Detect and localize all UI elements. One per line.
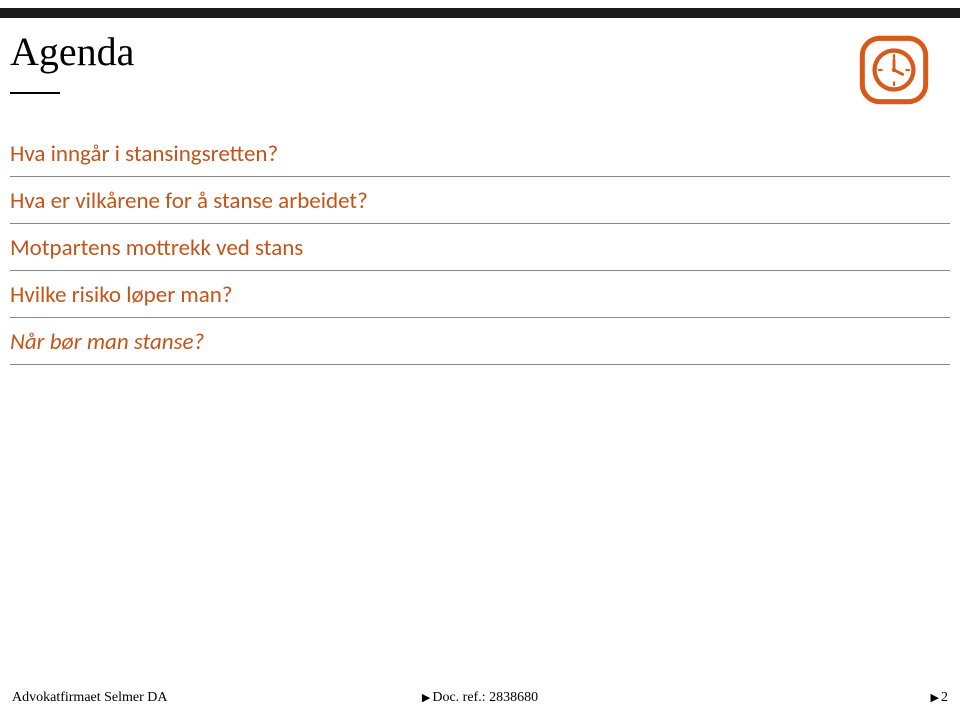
footer-right: ▶2 <box>931 690 948 706</box>
title-underline <box>10 92 60 94</box>
agenda-item: Hvilke risiko løper man? <box>10 271 950 318</box>
footer-center: ▶Doc. ref.: 2838680 <box>422 690 538 706</box>
agenda-list: Hva inngår i stansingsretten? Hva er vil… <box>10 130 950 365</box>
agenda-item: Når bør man stanse? <box>10 318 950 365</box>
page-title: Agenda <box>10 28 134 75</box>
footer: Advokatfirmaet Selmer DA ▶Doc. ref.: 283… <box>0 690 960 706</box>
triangle-right-icon: ▶ <box>422 691 430 704</box>
agenda-item: Motpartens mottrekk ved stans <box>10 224 950 271</box>
agenda-item: Hva inngår i stansingsretten? <box>10 130 950 177</box>
page-number: 2 <box>941 690 948 705</box>
doc-ref: Doc. ref.: 2838680 <box>432 690 538 705</box>
slide: Agenda Hva inngår i stansingsrette <box>0 0 960 714</box>
clock-badge-icon <box>858 34 930 106</box>
triangle-right-icon: ▶ <box>931 691 939 704</box>
agenda-item: Hva er vilkårene for å stanse arbeidet? <box>10 177 950 224</box>
footer-left: Advokatfirmaet Selmer DA <box>12 690 168 706</box>
top-bar <box>0 8 960 18</box>
